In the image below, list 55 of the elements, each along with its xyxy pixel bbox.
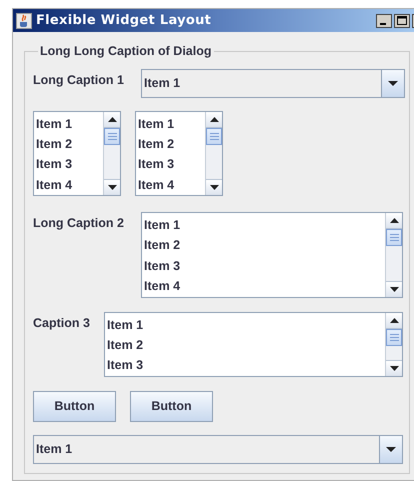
- list-item[interactable]: Item 4: [142, 276, 385, 297]
- list-item[interactable]: Item 3: [142, 256, 385, 276]
- scroll-down-button[interactable]: [386, 360, 402, 376]
- list-item[interactable]: Item 3: [136, 154, 205, 174]
- scroll-thumb[interactable]: [104, 128, 120, 145]
- maximize-icon[interactable]: [394, 14, 410, 28]
- scroll-up-button[interactable]: [206, 112, 222, 128]
- list-item[interactable]: Item 1: [136, 114, 205, 134]
- up-arrow-icon: [390, 318, 398, 323]
- field-label: Long Caption 1: [33, 72, 125, 89]
- list-item[interactable]: Item 2: [105, 335, 385, 356]
- up-arrow-icon: [108, 116, 116, 122]
- list-item[interactable]: Item 4: [34, 174, 103, 195]
- list-item[interactable]: Item 1: [105, 314, 385, 336]
- scroll-thumb[interactable]: [386, 228, 402, 246]
- scroll-up-button[interactable]: [104, 112, 120, 128]
- scroll-down-button[interactable]: [386, 280, 402, 297]
- scrollbar[interactable]: [385, 312, 402, 376]
- list-item[interactable]: Item 1: [142, 214, 385, 236]
- scrollbar[interactable]: [205, 112, 222, 195]
- scrollbar[interactable]: [385, 212, 402, 297]
- list-item[interactable]: Item 4: [136, 174, 205, 195]
- list-item[interactable]: Item 2: [142, 235, 385, 256]
- caret-icon: [386, 446, 396, 452]
- scroll-down-button[interactable]: [104, 178, 120, 195]
- push-button[interactable]: Button: [130, 390, 213, 422]
- coffee-cup-icon: [16, 12, 32, 28]
- list-item[interactable]: Item 2: [136, 134, 205, 154]
- down-arrow-icon: [210, 184, 218, 190]
- list-item[interactable]: Item 2: [34, 134, 103, 154]
- group-caption: Long Long Caption of Dialog: [39, 43, 212, 60]
- scrollbar[interactable]: [103, 112, 120, 195]
- minimize-icon[interactable]: [376, 14, 392, 28]
- window-title: Flexible Widget Layout: [36, 12, 212, 30]
- up-arrow-icon: [390, 218, 398, 223]
- scroll-down-button[interactable]: [206, 178, 222, 195]
- dropdown-value: Item 1: [144, 74, 180, 92]
- dropdown-value: Item 1: [36, 440, 72, 458]
- push-button[interactable]: Button: [33, 390, 116, 422]
- list-item[interactable]: Item 3: [34, 154, 103, 174]
- list-item[interactable]: Item 3: [105, 355, 385, 376]
- scroll-up-button[interactable]: [386, 212, 402, 229]
- down-arrow-icon: [390, 366, 398, 371]
- up-arrow-icon: [210, 116, 218, 122]
- down-arrow-icon: [108, 184, 116, 190]
- down-arrow-icon: [390, 286, 398, 292]
- field-label: Long Caption 2: [33, 214, 125, 232]
- dropdown[interactable]: Item 1: [33, 434, 403, 464]
- scroll-up-button[interactable]: [386, 312, 402, 329]
- scroll-thumb[interactable]: [206, 128, 222, 145]
- scroll-thumb[interactable]: [386, 328, 402, 346]
- dropdown[interactable]: Item 1: [141, 68, 405, 98]
- field-label: Caption 3: [33, 314, 91, 332]
- list-item[interactable]: Item 1: [34, 114, 103, 134]
- caret-icon: [388, 80, 398, 86]
